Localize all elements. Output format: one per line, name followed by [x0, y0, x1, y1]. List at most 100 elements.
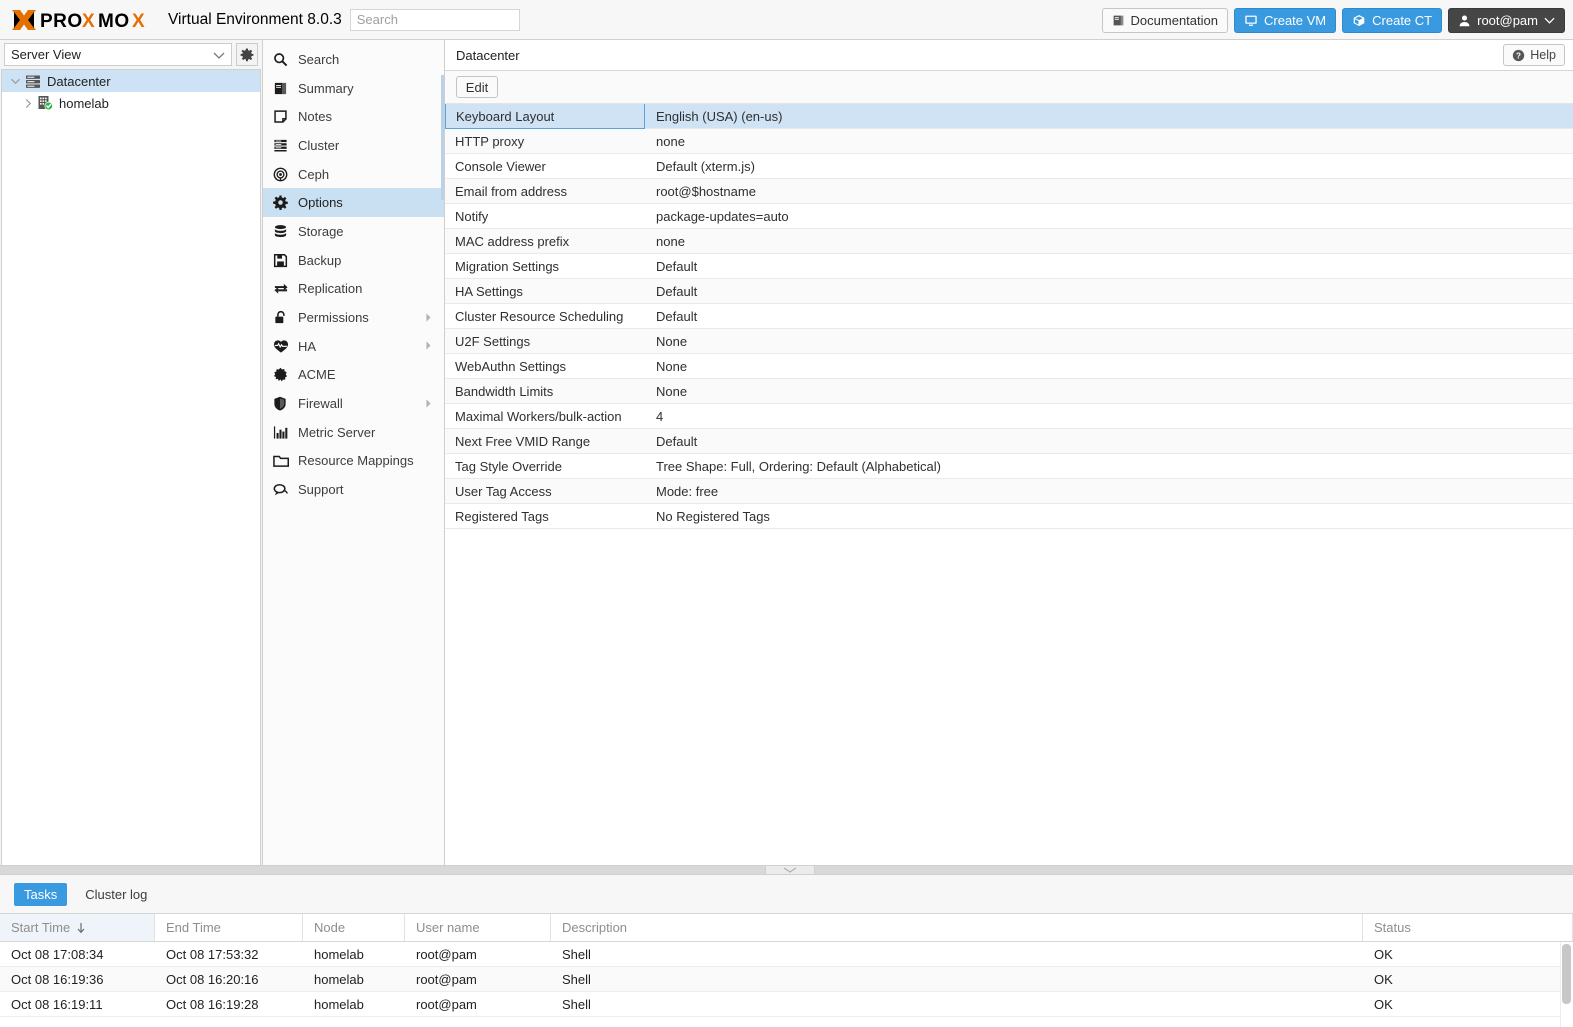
nav-item-firewall-label: Firewall — [298, 396, 343, 412]
option-row[interactable]: Migration Settings Default — [445, 254, 1573, 279]
option-value: Mode: free — [656, 483, 719, 499]
option-row[interactable]: MAC address prefix none — [445, 229, 1573, 254]
floppy-icon — [273, 253, 295, 268]
chevron-down-icon — [783, 867, 797, 873]
option-row[interactable]: Notify package-updates=auto — [445, 204, 1573, 229]
task-row[interactable]: Oct 08 16:19:11 Oct 08 16:19:28 homelab roo… — [0, 992, 1573, 1017]
create-vm-button[interactable]: Create VM — [1234, 7, 1337, 33]
option-row[interactable]: HTTP proxy none — [445, 129, 1573, 154]
column-header-start-time[interactable]: Start Time — [0, 914, 155, 941]
column-header-status[interactable]: Status — [1363, 914, 1573, 941]
tasks-table: Start Time End Time Node User name Descr… — [0, 913, 1573, 1027]
tab-tasks[interactable]: Tasks — [14, 882, 68, 906]
option-value: English (USA) (en-us) — [656, 108, 783, 124]
option-row[interactable]: U2F Settings None — [445, 329, 1573, 354]
chevron-expanded-icon[interactable] — [8, 77, 23, 85]
user-icon — [1459, 15, 1470, 26]
option-row[interactable]: WebAuthn Settings None — [445, 354, 1573, 379]
column-header-description[interactable]: Description — [551, 914, 1363, 941]
column-header-user-name[interactable]: User name — [405, 914, 551, 941]
column-header-end-time-label: End Time — [166, 920, 221, 935]
user-menu-button[interactable]: root@pam — [1448, 7, 1565, 33]
nav-item-options[interactable]: Options — [263, 188, 444, 218]
option-value: None — [656, 383, 688, 399]
nav-item-resource-mappings[interactable]: Resource Mappings — [263, 447, 444, 476]
task-row[interactable]: Oct 08 17:08:34 Oct 08 17:53:32 homelab roo… — [0, 942, 1573, 967]
unlock-icon — [273, 310, 295, 325]
option-key: Cluster Resource Scheduling — [455, 308, 624, 324]
chevron-down-icon — [213, 47, 225, 62]
search-icon — [273, 52, 295, 67]
options-toolbar: Edit — [445, 71, 1573, 104]
option-row[interactable]: Tag Style Override Tree Shape: Full, Orde… — [445, 454, 1573, 479]
option-row[interactable]: User Tag Access Mode: free — [445, 479, 1573, 504]
option-row[interactable]: Cluster Resource Scheduling Default — [445, 304, 1573, 329]
option-value: Tree Shape: Full, Ordering: Default (Alp… — [656, 458, 941, 474]
nav-item-firewall[interactable]: Firewall — [263, 389, 444, 418]
svg-text:MO: MO — [98, 11, 130, 31]
column-header-node-label: Node — [314, 920, 346, 935]
nav-item-support[interactable]: Support — [263, 475, 444, 504]
nav-item-cluster[interactable]: Cluster — [263, 131, 444, 160]
task-cell-user: root@pam — [416, 971, 477, 987]
container-box-icon — [1353, 14, 1365, 26]
nav-item-storage[interactable]: Storage — [263, 217, 444, 246]
tree-node-datacenter-label: Datacenter — [47, 73, 111, 89]
tree-node-datacenter[interactable]: Datacenter — [2, 70, 260, 92]
task-row[interactable]: Oct 08 16:19:36 Oct 08 16:20:16 homelab roo… — [0, 967, 1573, 992]
option-row[interactable]: Keyboard Layout English (USA) (en-us) — [445, 104, 1573, 129]
help-button[interactable]: ? Help — [1503, 44, 1565, 66]
column-header-end-time[interactable]: End Time — [155, 914, 303, 941]
nav-item-metric-server-label: Metric Server — [298, 424, 376, 440]
content-panel: Datacenter ? Help Edit Keyboard Layout En… — [445, 40, 1573, 865]
column-header-node[interactable]: Node — [303, 914, 405, 941]
server-view-select[interactable]: Server View — [4, 43, 232, 66]
panel-splitter[interactable] — [0, 865, 1573, 874]
option-key: Keyboard Layout — [445, 104, 645, 129]
nav-item-notes[interactable]: Notes — [263, 102, 444, 131]
nav-scrollbar[interactable] — [441, 75, 444, 200]
nav-item-summary[interactable]: Summary — [263, 74, 444, 103]
nav-item-search[interactable]: Search — [263, 45, 444, 74]
option-row[interactable]: Next Free VMID Range Default — [445, 429, 1573, 454]
global-search-input[interactable] — [349, 8, 520, 31]
tab-cluster-log[interactable]: Cluster log — [75, 883, 157, 906]
task-cell-end: Oct 08 16:20:16 — [166, 971, 259, 987]
node-icon — [35, 95, 55, 111]
option-row[interactable]: Maximal Workers/bulk-action 4 — [445, 404, 1573, 429]
nav-item-acme[interactable]: ACME — [263, 361, 444, 390]
option-row[interactable]: Bandwidth Limits None — [445, 379, 1573, 404]
tasks-table-header: Start Time End Time Node User name Descr… — [0, 914, 1573, 942]
proxmox-wordmark-icon: PRO X MO X — [12, 9, 145, 31]
task-cell-status: OK — [1374, 946, 1393, 962]
edit-button[interactable]: Edit — [456, 76, 498, 98]
nav-item-ha[interactable]: HA — [263, 332, 444, 361]
nav-item-backup[interactable]: Backup — [263, 246, 444, 275]
option-row[interactable]: Console Viewer Default (xterm.js) — [445, 154, 1573, 179]
svg-text:X: X — [132, 11, 145, 31]
nav-item-search-label: Search — [298, 51, 340, 67]
create-ct-button[interactable]: Create CT — [1342, 7, 1443, 33]
chevron-right-icon — [425, 310, 432, 325]
nav-item-replication[interactable]: Replication — [263, 275, 444, 304]
chevron-right-icon[interactable] — [20, 98, 35, 109]
task-cell-description: Shell — [562, 971, 591, 987]
option-row[interactable]: Email from address root@$hostname — [445, 179, 1573, 204]
task-cell-end: Oct 08 16:19:28 — [166, 996, 259, 1012]
option-value: Default (xterm.js) — [656, 158, 755, 174]
option-row[interactable]: HA Settings Default — [445, 279, 1573, 304]
splitter-collapse-handle[interactable] — [765, 866, 815, 874]
folder-icon — [273, 454, 295, 468]
nav-item-permissions[interactable]: Permissions — [263, 303, 444, 332]
option-row[interactable]: Registered Tags No Registered Tags — [445, 504, 1573, 529]
tree-node-homelab[interactable]: homelab — [2, 92, 260, 114]
acme-icon — [273, 367, 295, 382]
tree-settings-button[interactable] — [236, 43, 258, 66]
option-key: Tag Style Override — [455, 458, 562, 474]
option-key: Next Free VMID Range — [455, 433, 591, 449]
option-value: Default — [656, 433, 698, 449]
nav-item-metric-server[interactable]: Metric Server — [263, 418, 444, 447]
tasks-vertical-scrollbar[interactable] — [1562, 944, 1571, 1004]
nav-item-ceph[interactable]: Ceph — [263, 160, 444, 189]
documentation-button[interactable]: Documentation — [1101, 7, 1228, 33]
